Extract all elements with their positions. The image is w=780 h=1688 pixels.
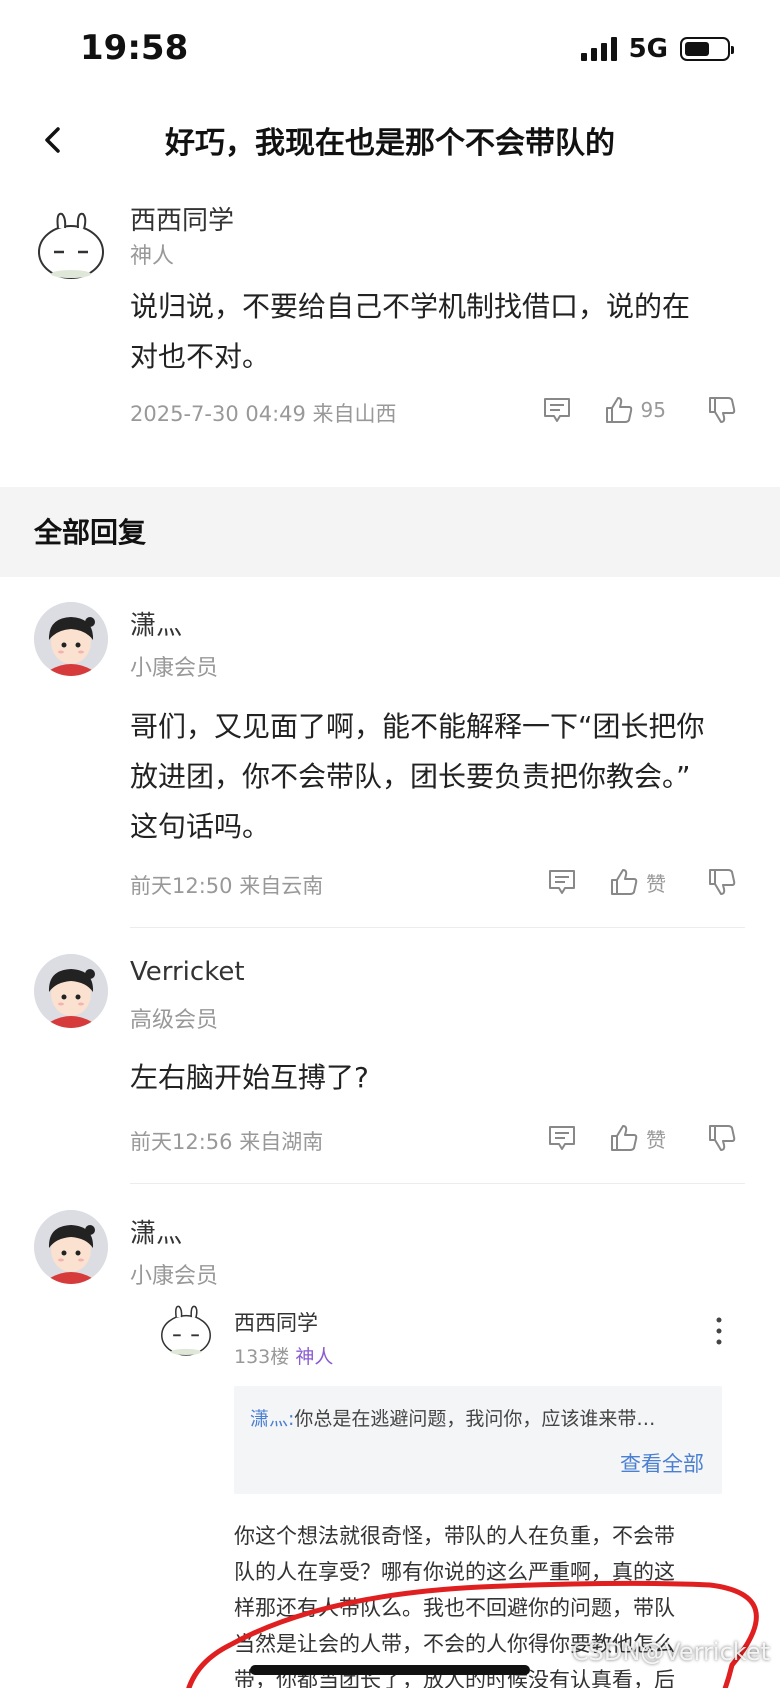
reply-line: 哥们，又见面了啊，能不能解释一下“团长把你 — [130, 710, 705, 743]
thumbs-down-icon[interactable] — [706, 1122, 738, 1154]
post-line: 说归说，不要给自己不学机制找借口，说的在 — [130, 290, 691, 323]
bunny-avatar-icon — [38, 212, 104, 279]
signal-icon — [580, 37, 617, 61]
quoted-user: 潇灬: — [250, 1408, 295, 1430]
post-actions: 95 — [541, 394, 738, 426]
reply-line: 你这个想法就很奇怪，带队的人在负重，不会带 — [234, 1524, 675, 1548]
reply-line: 这句话吗。 — [130, 810, 271, 843]
girl-avatar-icon — [34, 602, 108, 676]
avatar[interactable] — [34, 602, 108, 676]
thumbs-up-icon — [611, 1125, 638, 1151]
reply-meta: 前天12:56 来自湖南 — [130, 1130, 324, 1154]
user-rank: 小康会员 — [130, 1264, 219, 1289]
section-header: 全部回复 — [0, 487, 780, 577]
quoted-content: 你总是在逃避问题，我问你，应该谁来带… — [294, 1408, 656, 1430]
section-title: 全部回复 — [34, 516, 147, 549]
avatar[interactable] — [34, 208, 108, 282]
thumbs-down-icon[interactable] — [706, 866, 738, 898]
watermark: CSDN@Verricket — [571, 1638, 770, 1666]
divider — [130, 927, 745, 928]
view-all-link[interactable]: 查看全部 — [620, 1448, 704, 1478]
post-line: 对也不对。 — [130, 340, 271, 373]
girl-avatar-icon — [34, 954, 108, 1028]
username[interactable]: 西西同学 — [234, 1307, 318, 1337]
comment-icon[interactable] — [546, 1122, 578, 1154]
user-rank: 小康会员 — [130, 656, 219, 681]
avatar[interactable] — [34, 954, 108, 1028]
divider — [130, 1183, 745, 1184]
reply-body: 哥们，又见面了啊，能不能解释一下“团长把你 放进团，你不会带队，团长要负责把你教… — [130, 702, 705, 852]
status-bar: 19:58 5G — [0, 0, 780, 100]
comment-icon[interactable] — [541, 394, 573, 426]
like-label: 赞 — [646, 871, 666, 896]
reply-line: 放进团，你不会带队，团长要负责把你教会。” — [130, 760, 691, 793]
nav-bar: 好巧，我现在也是那个不会带队的 — [0, 100, 780, 180]
avatar[interactable] — [34, 1210, 108, 1284]
username[interactable]: 西西同学 — [130, 200, 234, 237]
status-icons: 5G — [580, 34, 734, 64]
page-title: 好巧，我现在也是那个不会带队的 — [165, 126, 615, 161]
like-button[interactable]: 赞 — [608, 1122, 666, 1154]
quoted-text: 潇灬:你总是在逃避问题，我问你，应该谁来带… — [250, 1404, 710, 1431]
username[interactable]: Verricket — [130, 957, 245, 987]
status-time: 19:58 — [80, 28, 189, 68]
reply-actions: 赞 — [546, 866, 738, 898]
like-button[interactable]: 赞 — [608, 866, 666, 898]
post-meta: 2025-7-30 04:49 来自山西 — [130, 402, 397, 426]
network-label: 5G — [628, 34, 668, 64]
user-rank: 高级会员 — [130, 1008, 219, 1033]
thumbs-up-icon — [611, 869, 638, 895]
girl-avatar-icon — [34, 1210, 108, 1284]
user-rank: 神人 — [295, 1346, 334, 1368]
thumbs-down-icon[interactable] — [706, 394, 738, 426]
bunny-avatar-icon — [161, 1305, 211, 1356]
battery-icon — [680, 37, 734, 61]
more-icon[interactable] — [714, 1316, 724, 1346]
home-indicator — [250, 1665, 530, 1675]
username[interactable]: 潇灬 — [130, 1213, 182, 1250]
avatar[interactable] — [158, 1302, 214, 1358]
reply-actions: 赞 — [546, 1122, 738, 1154]
like-count: 95 — [640, 398, 666, 422]
thumbs-up-icon — [605, 397, 632, 423]
username[interactable]: 潇灬 — [130, 605, 182, 642]
reply-meta: 前天12:50 来自云南 — [130, 874, 324, 898]
post-body: 说归说，不要给自己不学机制找借口，说的在 对也不对。 — [130, 282, 690, 382]
floor-rank: 133楼 神人 — [234, 1342, 333, 1369]
like-label: 赞 — [646, 1127, 666, 1152]
quoted-comment[interactable]: 潇灬:你总是在逃避问题，我问你，应该谁来带… 查看全部 — [234, 1386, 722, 1494]
reply-body: 左右脑开始互搏了? — [130, 1053, 369, 1103]
user-rank: 神人 — [130, 244, 175, 269]
floor-number: 133楼 — [234, 1346, 290, 1368]
comment-icon[interactable] — [546, 866, 578, 898]
reply-line: 左右脑开始互搏了? — [130, 1061, 369, 1094]
like-button[interactable]: 95 — [603, 394, 666, 426]
